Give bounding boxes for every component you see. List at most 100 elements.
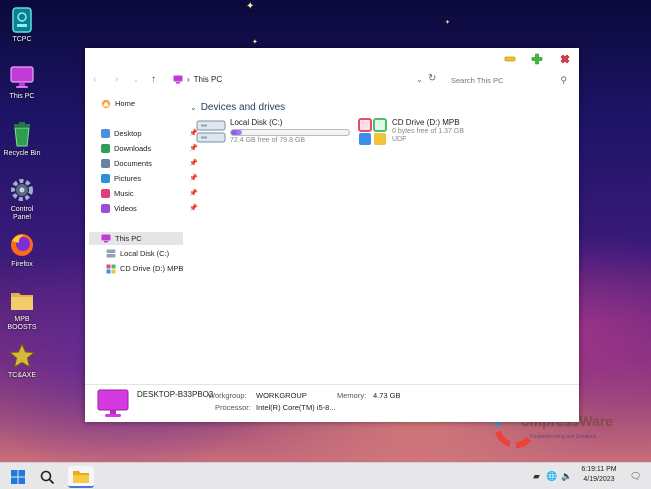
star-sparkle: ✦ bbox=[252, 39, 258, 46]
taskbar-search-button[interactable] bbox=[36, 466, 58, 488]
watermark-tagline: Troubleshooting and Solutions bbox=[529, 434, 597, 440]
videos-folder-icon bbox=[101, 204, 110, 213]
search-box[interactable]: ⚲ bbox=[443, 73, 575, 87]
desktop-icon-tc-axe[interactable]: TC&AXE bbox=[2, 342, 42, 380]
desktop-icon-label-text: Recycle Bin bbox=[3, 150, 41, 157]
home-icon bbox=[101, 99, 111, 108]
taskbar: ▰ 🌐 🔈 6:19:11 PM 4/19/2023 🗨 bbox=[0, 462, 651, 489]
clock-time: 6:19:11 PM bbox=[581, 466, 617, 473]
group-title: Devices and drives bbox=[200, 102, 286, 113]
workgroup-value: WORKGROUP bbox=[256, 391, 307, 400]
start-button[interactable] bbox=[7, 466, 29, 488]
sidebar-item-videos[interactable]: Videos 📌 bbox=[101, 202, 198, 215]
chevron-down-icon: ⌄ bbox=[190, 103, 197, 112]
sidebar-item-label: Downloads bbox=[114, 144, 152, 153]
sidebar-item-desktop[interactable]: Desktop 📌 bbox=[101, 127, 198, 140]
drive-free-space: 72.4 GB free of 79.8 GB bbox=[230, 137, 306, 144]
gear-icon bbox=[11, 179, 33, 201]
drive-usage-bar bbox=[230, 129, 350, 136]
volume-icon[interactable]: 🔈 bbox=[561, 471, 572, 482]
desktop-icon-tcpc[interactable]: TCPC bbox=[2, 6, 42, 44]
drive-free-space: 0 bytes free of 1.37 GB bbox=[392, 128, 464, 135]
desktop-icon-control-panel[interactable]: Control Panel bbox=[2, 176, 42, 222]
downloads-folder-icon bbox=[101, 144, 110, 153]
star-sparkle: ✦ bbox=[246, 1, 255, 12]
hard-drive-icon bbox=[196, 120, 226, 143]
file-explorer-window: ‹ › ⌄ ↑ › This PC ⌄ ↻ ⚲ Home Desktop bbox=[85, 48, 579, 422]
maximize-button[interactable] bbox=[531, 53, 543, 65]
windows-logo-icon bbox=[11, 470, 25, 484]
sidebar-item-this-pc[interactable]: This PC bbox=[89, 232, 183, 245]
group-header-devices[interactable]: ⌄ Devices and drives bbox=[190, 102, 285, 113]
desktop-icon-this-pc[interactable]: This PC bbox=[2, 63, 42, 101]
processor-label: Processor: bbox=[215, 403, 251, 412]
desktop-icon-label: MPB BOOSTS bbox=[7, 316, 37, 331]
drive-name: CD Drive (D:) MPB bbox=[392, 118, 460, 127]
drive-usage-fill bbox=[231, 130, 242, 135]
documents-folder-icon bbox=[101, 159, 110, 168]
cd-drive-icon bbox=[358, 118, 387, 145]
title-bar[interactable] bbox=[85, 48, 579, 70]
sidebar-item-label: CD Drive (D:) MPB bbox=[120, 264, 184, 273]
desktop-icon-firefox[interactable]: Firefox bbox=[2, 231, 42, 269]
desktop-icon-label: This PC bbox=[9, 93, 35, 100]
notification-icon[interactable]: 🗨 bbox=[630, 471, 641, 482]
desktop-icon-recycle-bin[interactable]: Recycle Bin bbox=[2, 120, 42, 158]
back-arrow-icon[interactable]: ‹ bbox=[93, 74, 96, 85]
refresh-icon[interactable]: ↻ bbox=[428, 73, 436, 84]
desktop-icon-label: TCPC bbox=[12, 36, 32, 43]
breadcrumb[interactable]: › This PC bbox=[173, 75, 222, 84]
cd-drive-icon bbox=[106, 264, 116, 273]
sidebar-item-label: Home bbox=[115, 99, 136, 108]
battery-icon[interactable]: ▰ bbox=[533, 471, 540, 482]
this-pc-icon bbox=[173, 75, 183, 84]
sidebar-item-local-disk[interactable]: Local Disk (C:) bbox=[106, 247, 169, 260]
star-icon bbox=[8, 342, 36, 369]
breadcrumb-separator: › bbox=[187, 75, 190, 84]
star-sparkle: ✦ bbox=[445, 20, 451, 26]
music-folder-icon bbox=[101, 189, 110, 198]
forward-arrow-icon[interactable]: › bbox=[115, 74, 118, 85]
sidebar-item-home[interactable]: Home bbox=[101, 97, 135, 110]
recent-chevron-icon[interactable]: ⌄ bbox=[133, 76, 139, 84]
desktop-icon-label: Control Panel bbox=[10, 206, 34, 221]
up-arrow-icon[interactable]: ↑ bbox=[151, 74, 156, 85]
close-button[interactable] bbox=[559, 53, 571, 65]
taskbar-file-explorer[interactable] bbox=[68, 466, 94, 488]
sidebar-item-label: Videos bbox=[114, 204, 137, 213]
sidebar-item-music[interactable]: Music 📌 bbox=[101, 187, 198, 200]
drive-name: Local Disk (C:) bbox=[230, 118, 283, 127]
this-pc-icon bbox=[101, 234, 111, 243]
search-input[interactable] bbox=[443, 73, 553, 85]
tcpc-icon bbox=[12, 7, 32, 33]
processor-value: Intel(R) Core(TM) i5-8... bbox=[256, 403, 336, 412]
hard-drive-icon bbox=[106, 249, 116, 258]
desktop-folder-icon bbox=[101, 129, 110, 138]
desktop-icon-label: TC&AXE bbox=[7, 372, 36, 379]
search-icon bbox=[40, 470, 54, 484]
network-icon[interactable]: 🌐 bbox=[546, 471, 557, 482]
workgroup-label: Workgroup: bbox=[208, 391, 247, 400]
address-bar-row: ‹ › ⌄ ↑ › This PC ⌄ ↻ ⚲ bbox=[85, 70, 579, 90]
sidebar-item-label: Desktop bbox=[114, 129, 142, 138]
clock-date: 4/19/2023 bbox=[583, 476, 615, 483]
desktop-icon-label: Firefox bbox=[11, 261, 33, 268]
desktop-icon-label: Recycle Bin bbox=[2, 150, 42, 158]
pc-name: DESKTOP-B33PBO3 bbox=[137, 390, 214, 399]
sidebar-item-pictures[interactable]: Pictures 📌 bbox=[101, 172, 198, 185]
sidebar-item-label: Local Disk (C:) bbox=[120, 249, 170, 258]
minimize-button[interactable] bbox=[504, 53, 516, 65]
sidebar-item-cd-drive[interactable]: CD Drive (D:) MPB bbox=[106, 262, 183, 275]
sidebar-item-downloads[interactable]: Downloads 📌 bbox=[101, 142, 198, 155]
sidebar-item-documents[interactable]: Documents 📌 bbox=[101, 157, 198, 170]
breadcrumb-this-pc[interactable]: This PC bbox=[194, 75, 222, 84]
sidebar-item-label: This PC bbox=[115, 234, 142, 243]
address-dropdown-icon[interactable]: ⌄ bbox=[416, 75, 423, 84]
pictures-folder-icon bbox=[101, 174, 110, 183]
search-icon: ⚲ bbox=[560, 75, 567, 85]
desktop-icon-mpb-boosts[interactable]: MPB BOOSTS bbox=[2, 286, 42, 332]
system-clock[interactable]: 6:19:11 PM 4/19/2023 bbox=[580, 465, 618, 485]
folder-icon bbox=[73, 470, 89, 483]
folder-icon bbox=[11, 293, 33, 310]
memory-label: Memory: bbox=[337, 391, 367, 400]
